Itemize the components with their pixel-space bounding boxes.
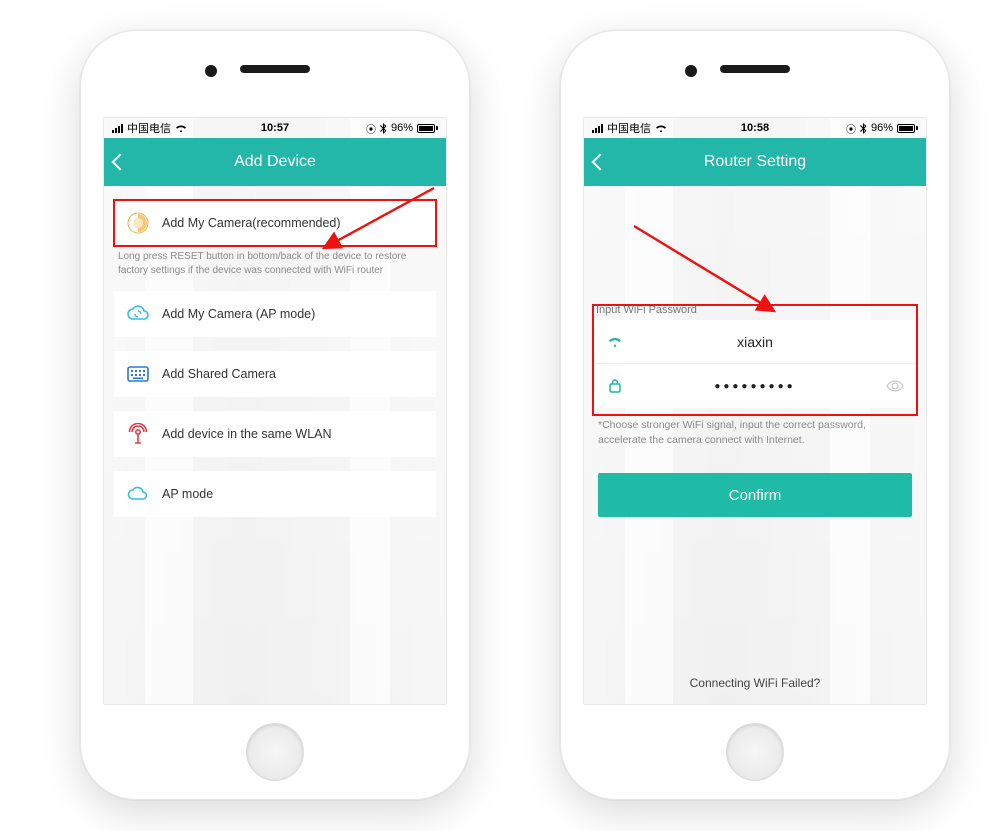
row-label: Add Shared Camera — [162, 367, 276, 381]
home-button[interactable] — [246, 723, 304, 781]
page-title: Add Device — [234, 153, 316, 171]
screen-add-device: 中国电信 10:57 ⦿ 96% Add Devi — [103, 117, 447, 705]
back-button[interactable] — [594, 138, 606, 186]
phone-speaker — [561, 65, 949, 73]
lock-icon — [606, 378, 624, 394]
keyboard-icon — [126, 362, 150, 386]
antenna-icon — [126, 422, 150, 446]
wifi-icon — [606, 336, 624, 348]
eye-icon[interactable] — [886, 380, 904, 392]
connecting-failed-link[interactable]: Connecting WiFi Failed? — [584, 676, 926, 690]
confirm-button[interactable]: Confirm — [598, 473, 912, 517]
phone-speaker — [81, 65, 469, 73]
clock-label: 10:58 — [584, 122, 926, 134]
chevron-left-icon — [592, 154, 609, 171]
battery-icon — [417, 124, 438, 133]
home-button[interactable] — [726, 723, 784, 781]
ap-mode[interactable]: AP mode — [114, 471, 436, 517]
nav-header: Add Device — [104, 138, 446, 186]
row-label: AP mode — [162, 487, 213, 501]
front-camera-dot — [205, 65, 217, 77]
password-value: ●●●●●●●●● — [638, 381, 872, 392]
chevron-left-icon — [112, 154, 129, 171]
wifi-credentials-box: xiaxin ●●●●●●●●● — [594, 320, 916, 408]
battery-icon — [897, 124, 918, 133]
cloud-sync-icon — [126, 302, 150, 326]
reset-hint: Long press RESET button in bottom/back o… — [104, 246, 446, 277]
back-button[interactable] — [114, 138, 126, 186]
confirm-label: Confirm — [729, 487, 782, 504]
row-label: Add device in the same WLAN — [162, 427, 332, 441]
status-bar: 中国电信 10:58 ⦿ 96% — [584, 118, 926, 138]
page-title: Router Setting — [704, 153, 806, 171]
front-camera-dot — [685, 65, 697, 77]
cloud-link-icon — [126, 482, 150, 506]
phone-frame-left: 中国电信 10:57 ⦿ 96% Add Devi — [80, 30, 470, 800]
add-shared-camera[interactable]: Add Shared Camera — [114, 351, 436, 397]
add-my-camera-ap-mode[interactable]: Add My Camera (AP mode) — [114, 291, 436, 337]
section-label: Input WiFi Password — [584, 296, 926, 320]
password-field[interactable]: ●●●●●●●●● — [594, 364, 916, 408]
phone-frame-right: 中国电信 10:58 ⦿ 96% Router S — [560, 30, 950, 800]
wifi-note: *Choose stronger WiFi signal, input the … — [584, 408, 926, 447]
ssid-value: xiaxin — [638, 334, 872, 350]
clock-label: 10:57 — [104, 122, 446, 134]
nav-header: Router Setting — [584, 138, 926, 186]
add-device-same-wlan[interactable]: Add device in the same WLAN — [114, 411, 436, 457]
screen-router-setting: 中国电信 10:58 ⦿ 96% Router S — [583, 117, 927, 705]
status-bar: 中国电信 10:57 ⦿ 96% — [104, 118, 446, 138]
row-label: Add My Camera (AP mode) — [162, 307, 315, 321]
row-label: Add My Camera(recommended) — [162, 216, 341, 230]
add-my-camera-recommended[interactable]: Add My Camera(recommended) — [114, 200, 436, 246]
ssid-field[interactable]: xiaxin — [594, 320, 916, 364]
camera-lens-icon — [126, 211, 150, 235]
